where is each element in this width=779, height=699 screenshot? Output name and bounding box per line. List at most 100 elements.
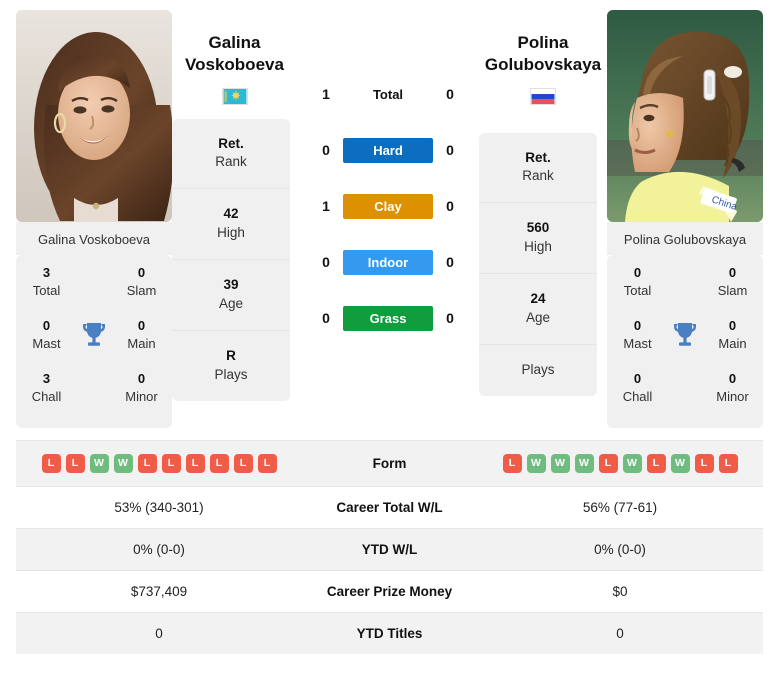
left-form-badges: LLWWLLLLLL [22,454,296,474]
surface-badge-grass[interactable]: Grass [343,305,433,331]
form-badge-w: W [526,454,546,474]
h2h-indoor-right: 0 [446,254,454,270]
right-player-photo-name: Polina Golubovskaya [607,222,763,255]
left-player-photo-name: Galina Voskoboeva [16,222,172,255]
table-row-career-wl: 53% (340-301) Career Total W/L 56% (77-6… [16,486,763,529]
right-rank-age: 24 Age [479,274,597,345]
h2h-clay-right: 0 [446,198,454,214]
left-ytd-titles: 0 [155,626,163,642]
right-player-photo-card[interactable]: China [607,10,763,222]
surface-badge-clay[interactable]: Clay [343,193,433,219]
h2h-grass-right: 0 [446,310,454,326]
h2h-total-left: 1 [322,86,330,102]
left-player-first-name: Galina [208,33,261,52]
right-player-last-name: Golubovskaya [484,54,602,74]
right-titles-slam: 0 Slam [717,265,748,298]
form-badge-w: W [622,454,642,474]
left-rank-high: 42 High [172,189,290,261]
left-player-photo-card[interactable] [16,10,172,222]
left-ranking-card: Ret. Rank 42 High 39 Age R Plays [172,118,290,401]
h2h-grass-left: 0 [322,310,330,326]
h2h-row-hard: 0 Hard 0 [297,122,479,178]
right-player-photo: China [607,10,763,222]
right-prize-money: $0 [612,584,628,600]
form-badge-w: W [670,454,690,474]
form-badge-l: L [209,454,229,474]
right-ytd-titles: 0 [616,626,624,642]
left-player-column: Galina Voskoboeva 3 Total 0 Slam 0 Mast [16,10,172,429]
left-rank-plays: R Plays [214,347,248,382]
form-badge-l: L [65,454,85,474]
trophy-icon [662,320,708,350]
right-player-column: China Polina Golubovskaya 0 Total 0 Slam [607,10,763,429]
surface-badge-indoor[interactable]: Indoor [343,249,433,275]
row-label-prize-money: Career Prize Money [326,584,453,600]
head-to-head-column: 1 Total 0 0 Hard 0 1 Clay 0 0 Indoor 0 0 [297,10,479,346]
left-player-header: Galina Voskoboeva Ret. Rank 42 High 39 A… [172,10,297,401]
table-row-ytd-titles: 0 YTD Titles 0 [16,612,763,655]
table-row-form: LLWWLLLLLL Form LWWWLWLWLL [16,440,763,487]
comparison-table: LLWWLLLLLL Form LWWWLWLWLL 53% (340-301)… [16,440,763,655]
left-rank-rank: Ret. Rank [172,119,290,190]
right-player-titles-card: 0 Total 0 Slam 0 Mast 0 Main 0 Chall 0 M… [607,255,763,429]
right-ranking-card: Ret. Rank 560 High 24 Age Plays [479,132,597,396]
form-badge-l: L [598,454,618,474]
form-badge-l: L [502,454,522,474]
row-label-form: Form [372,456,407,472]
form-badge-l: L [257,454,277,474]
table-row-ytd-wl: 0% (0-0) YTD W/L 0% (0-0) [16,528,763,571]
trophy-icon [71,320,117,350]
row-label-career-wl: Career Total W/L [336,500,443,516]
left-player-photo [16,10,172,222]
left-career-wl: 53% (340-301) [114,500,204,516]
form-badge-w: W [113,454,133,474]
form-badge-w: W [550,454,570,474]
kazakhstan-flag-icon [221,87,248,105]
surface-badge-hard[interactable]: Hard [343,137,433,163]
russia-flag-icon [530,87,556,105]
h2h-total-label: Total [372,86,404,102]
form-badge-w: W [89,454,109,474]
form-badge-l: L [718,454,738,474]
left-titles-total: 3 Total [32,265,61,298]
left-rank-age: 39 Age [172,260,290,331]
h2h-total-right: 0 [446,86,454,102]
left-ytd-wl: 0% (0-0) [133,542,185,558]
row-label-ytd-wl: YTD W/L [361,542,418,558]
right-titles-minor: 0 Minor [716,371,749,404]
right-ytd-wl: 0% (0-0) [594,542,646,558]
form-badge-l: L [137,454,157,474]
right-titles-main: 0 Main [718,318,747,351]
right-titles-total: 0 Total [623,265,652,298]
left-player-last-name: Voskoboeva [185,54,284,74]
form-badge-l: L [41,454,61,474]
h2h-row-clay: 1 Clay 0 [297,178,479,234]
form-badge-w: W [574,454,594,474]
right-titles-chall: 0 Chall [622,371,653,404]
right-rank-plays: Plays [521,361,555,377]
h2h-row-grass: 0 Grass 0 [297,290,479,346]
top-comparison-area: Galina Voskoboeva 3 Total 0 Slam 0 Mast [0,0,779,429]
h2h-row-total: 1 Total 0 [297,66,479,122]
form-badge-l: L [694,454,714,474]
left-titles-slam: 0 Slam [126,265,157,298]
left-prize-money: $737,409 [130,584,188,600]
row-label-ytd-titles: YTD Titles [356,626,423,642]
right-titles-mast: 0 Mast [623,318,652,351]
h2h-indoor-left: 0 [322,254,330,270]
left-titles-main: 0 Main [127,318,156,351]
h2h-hard-left: 0 [322,142,330,158]
left-titles-chall: 3 Chall [31,371,62,404]
right-rank-high: 560 High [479,203,597,275]
right-form-cell: LWWWLWLWLL [477,441,763,487]
right-player-first-name: Polina [517,33,569,52]
form-badge-l: L [233,454,253,474]
right-form-badges: LWWWLWLWLL [483,454,757,474]
player-comparison-page: Galina Voskoboeva 3 Total 0 Slam 0 Mast [0,0,779,699]
form-badge-l: L [185,454,205,474]
h2h-hard-right: 0 [446,142,454,158]
h2h-row-indoor: 0 Indoor 0 [297,234,479,290]
form-badge-l: L [646,454,666,474]
right-career-wl: 56% (77-61) [582,500,658,516]
left-form-cell: LLWWLLLLLL [16,441,302,487]
